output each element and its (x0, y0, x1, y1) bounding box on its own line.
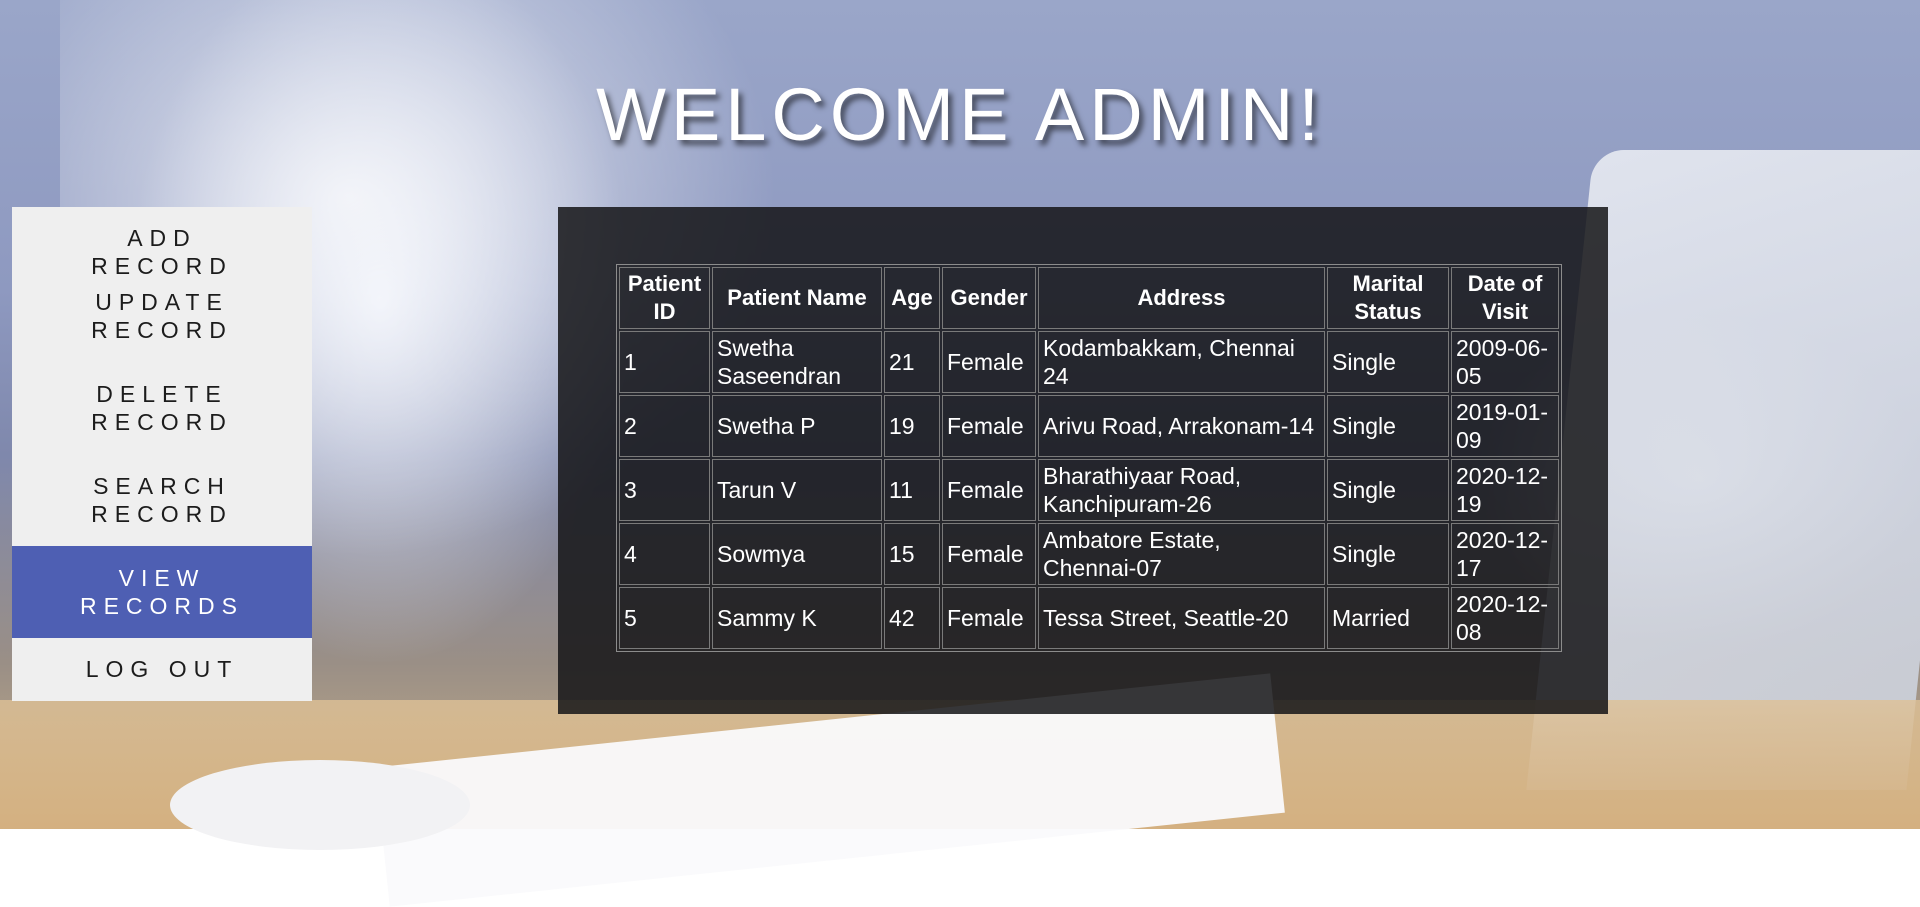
table-row: 2 Swetha P 19 Female Arivu Road, Arrakon… (619, 395, 1559, 457)
cell-address: Tessa Street, Seattle-20 (1038, 587, 1325, 649)
cell-date-of-visit: 2020-12-19 (1451, 459, 1559, 521)
cell-marital-status: Single (1327, 395, 1449, 457)
cell-patient-id: 5 (619, 587, 710, 649)
cell-date-of-visit: 2020-12-08 (1451, 587, 1559, 649)
cell-marital-status: Single (1327, 459, 1449, 521)
cell-address: Kodambakkam, Chennai 24 (1038, 331, 1325, 393)
cell-patient-name: Swetha Saseendran (712, 331, 882, 393)
records-table: Patient ID Patient Name Age Gender Addre… (616, 264, 1562, 652)
sidebar-item-log-out[interactable]: LOG OUT (12, 638, 312, 701)
cell-gender: Female (942, 587, 1036, 649)
column-header-patient-id: Patient ID (619, 267, 710, 329)
sidebar-item-search-record[interactable]: SEARCH RECORD (12, 454, 312, 546)
sidebar-item-delete-record[interactable]: DELETE RECORD (12, 362, 312, 454)
column-header-address: Address (1038, 267, 1325, 329)
column-header-date-of-visit: Date of Visit (1451, 267, 1559, 329)
column-header-marital-status: Marital Status (1327, 267, 1449, 329)
cell-gender: Female (942, 523, 1036, 585)
table-row: 3 Tarun V 11 Female Bharathiyaar Road, K… (619, 459, 1559, 521)
table-header-row: Patient ID Patient Name Age Gender Addre… (619, 267, 1559, 329)
records-panel: Patient ID Patient Name Age Gender Addre… (558, 207, 1608, 714)
cell-patient-name: Sowmya (712, 523, 882, 585)
cell-age: 42 (884, 587, 940, 649)
cell-gender: Female (942, 331, 1036, 393)
cell-date-of-visit: 2020-12-17 (1451, 523, 1559, 585)
page-title: WELCOME ADMIN! (596, 73, 1324, 156)
background-mouse (170, 760, 470, 850)
sidebar-nav: ADD RECORD UPDATE RECORD DELETE RECORD S… (12, 207, 312, 701)
cell-gender: Female (942, 395, 1036, 457)
cell-date-of-visit: 2009-06-05 (1451, 331, 1559, 393)
cell-age: 15 (884, 523, 940, 585)
cell-age: 21 (884, 331, 940, 393)
cell-marital-status: Single (1327, 523, 1449, 585)
cell-patient-name: Tarun V (712, 459, 882, 521)
cell-patient-id: 2 (619, 395, 710, 457)
cell-patient-name: Sammy K (712, 587, 882, 649)
cell-age: 11 (884, 459, 940, 521)
cell-address: Ambatore Estate, Chennai-07 (1038, 523, 1325, 585)
sidebar-item-update-record[interactable]: UPDATE RECORD (12, 270, 312, 362)
table-row: 1 Swetha Saseendran 21 Female Kodambakka… (619, 331, 1559, 393)
cell-marital-status: Married (1327, 587, 1449, 649)
column-header-patient-name: Patient Name (712, 267, 882, 329)
cell-address: Arivu Road, Arrakonam-14 (1038, 395, 1325, 457)
cell-patient-id: 4 (619, 523, 710, 585)
cell-patient-id: 1 (619, 331, 710, 393)
table-row: 5 Sammy K 42 Female Tessa Street, Seattl… (619, 587, 1559, 649)
cell-age: 19 (884, 395, 940, 457)
cell-gender: Female (942, 459, 1036, 521)
column-header-age: Age (884, 267, 940, 329)
cell-address: Bharathiyaar Road, Kanchipuram-26 (1038, 459, 1325, 521)
sidebar-item-view-records[interactable]: VIEW RECORDS (12, 546, 312, 638)
cell-marital-status: Single (1327, 331, 1449, 393)
cell-date-of-visit: 2019-01-09 (1451, 395, 1559, 457)
cell-patient-name: Swetha P (712, 395, 882, 457)
table-row: 4 Sowmya 15 Female Ambatore Estate, Chen… (619, 523, 1559, 585)
sidebar-item-add-record[interactable]: ADD RECORD (12, 207, 312, 279)
cell-patient-id: 3 (619, 459, 710, 521)
column-header-gender: Gender (942, 267, 1036, 329)
